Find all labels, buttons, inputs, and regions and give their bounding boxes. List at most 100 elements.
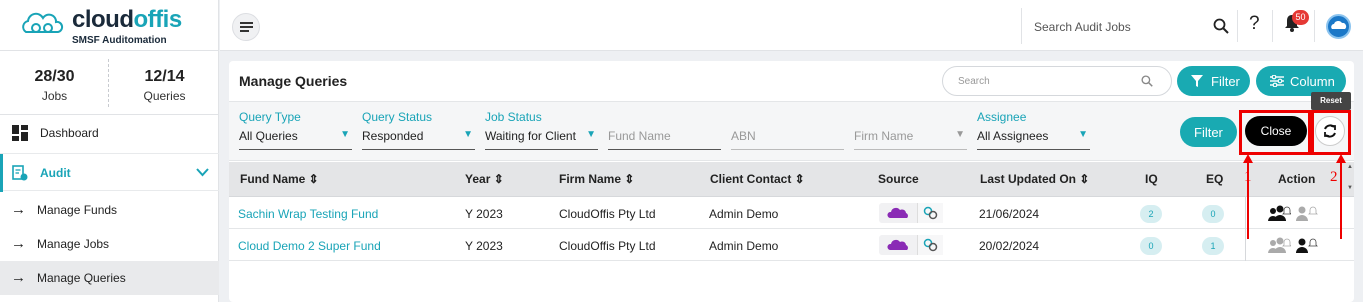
top-bar: Search Audit Jobs ? 50 xyxy=(220,0,1363,51)
sidebar-item-label: Dashboard xyxy=(40,126,99,140)
sidebar-item-manage-funds[interactable]: → Manage Funds xyxy=(0,193,219,227)
table-header: Fund Name ⇕ Year ⇕ Firm Name ⇕ Client Co… xyxy=(229,162,1354,197)
brand-name: cloudoffis xyxy=(72,6,182,33)
divider xyxy=(1314,10,1315,42)
source-cloud-icon xyxy=(879,203,917,223)
arrow-right-icon: → xyxy=(11,235,26,252)
field-value: All Assignees xyxy=(977,129,1049,143)
iq-count-badge[interactable]: 2 xyxy=(1140,205,1162,223)
arrow-right-icon: → xyxy=(11,269,26,286)
chevron-down-icon: ▼ xyxy=(586,129,596,140)
audit-jobs-search[interactable]: Search Audit Jobs xyxy=(1021,8,1237,44)
annotation-arrows xyxy=(1243,154,1346,239)
firm-name-select[interactable]: Firm Name ▼ xyxy=(854,102,967,152)
column-header-fund-name[interactable]: Fund Name ⇕ xyxy=(240,172,319,186)
search-input[interactable]: Search xyxy=(958,76,990,87)
chevron-down-icon: ▼ xyxy=(955,129,965,140)
search-icon[interactable] xyxy=(1141,75,1153,87)
stats-panel: 28/30 Jobs 12/14 Queries xyxy=(0,51,219,115)
last-updated-cell: 20/02/2024 xyxy=(979,239,1040,253)
jobs-count: 28/30 xyxy=(34,68,75,85)
menu-toggle-button[interactable] xyxy=(232,13,260,41)
sidebar-item-label: Audit xyxy=(40,166,71,180)
client-contact-cell: Admin Demo xyxy=(709,239,779,253)
field-value: Responded xyxy=(362,129,424,143)
assignee-select[interactable]: Assignee All Assignees ▼ xyxy=(977,102,1090,152)
column-header-eq[interactable]: EQ xyxy=(1206,172,1223,186)
chevron-down-icon: ▼ xyxy=(1078,129,1088,140)
page-title: Manage Queries xyxy=(239,73,348,89)
column-header-client-contact[interactable]: Client Contact ⇕ xyxy=(710,172,805,186)
audit-icon xyxy=(12,165,28,181)
annotation-number-1: 1 xyxy=(1244,169,1252,185)
source-link-icon xyxy=(917,203,943,223)
table-row: Sachin Wrap Testing Fund Y 2023 CloudOff… xyxy=(229,197,1354,229)
column-header-last-updated[interactable]: Last Updated On ⇕ xyxy=(980,172,1089,186)
highlight-box-reset xyxy=(1311,110,1351,155)
field-value: All Queries xyxy=(239,129,298,143)
eq-count-badge[interactable]: 1 xyxy=(1202,237,1224,255)
iq-count-badge[interactable]: 0 xyxy=(1140,237,1162,255)
firm-name-cell: CloudOffis Pty Ltd xyxy=(559,207,656,221)
button-label: Filter xyxy=(1194,125,1223,140)
queries-label: Queries xyxy=(143,89,186,103)
query-type-select[interactable]: Query Type All Queries ▼ xyxy=(239,102,352,152)
client-contact-cell: Admin Demo xyxy=(709,207,779,221)
arrow-right-icon: → xyxy=(11,201,26,218)
queries-stat[interactable]: 12/14 Queries xyxy=(110,51,219,115)
stats-divider xyxy=(108,59,109,107)
sidebar-item-dashboard[interactable]: Dashboard xyxy=(0,116,219,150)
fund-name-field[interactable]: Fund Name xyxy=(608,102,721,152)
search-input[interactable]: Search Audit Jobs xyxy=(1034,20,1131,34)
sidebar-item-audit[interactable]: Audit xyxy=(0,153,219,192)
highlight-box-close xyxy=(1239,110,1311,155)
divider xyxy=(1272,10,1273,42)
abn-field[interactable]: ABN xyxy=(731,102,844,152)
queries-count: 12/14 xyxy=(144,68,185,85)
help-icon[interactable]: ? xyxy=(1249,13,1260,35)
notification-badge: 50 xyxy=(1292,10,1309,25)
source-cloud-icon xyxy=(879,235,917,255)
chevron-down-icon[interactable] xyxy=(196,168,209,177)
field-placeholder: Fund Name xyxy=(608,129,671,143)
field-label: Query Status xyxy=(362,110,433,124)
column-button-label: Column xyxy=(1290,74,1335,89)
column-header-year[interactable]: Year ⇕ xyxy=(465,172,504,186)
query-search[interactable]: Search xyxy=(942,66,1172,96)
filter-toggle-button[interactable]: Filter xyxy=(1177,66,1250,96)
firm-name-cell: CloudOffis Pty Ltd xyxy=(559,239,656,253)
sidebar-item-manage-queries[interactable]: → Manage Queries xyxy=(0,261,219,295)
jobs-stat[interactable]: 28/30 Jobs xyxy=(0,51,109,115)
field-label: Query Type xyxy=(239,110,301,124)
sidebar-item-label: Manage Funds xyxy=(37,203,118,217)
fund-name-link[interactable]: Sachin Wrap Testing Fund xyxy=(238,207,378,221)
brand-tagline: SMSF Auditomation xyxy=(72,35,167,46)
last-updated-cell: 21/06/2024 xyxy=(979,207,1040,221)
avatar[interactable] xyxy=(1326,14,1351,39)
jobs-label: Jobs xyxy=(41,89,68,103)
sidebar: cloudoffis SMSF Auditomation 28/30 Jobs … xyxy=(0,0,219,302)
active-indicator xyxy=(0,154,3,192)
apply-filter-button[interactable]: Filter xyxy=(1180,117,1237,147)
user-avatar-icon xyxy=(1331,20,1347,29)
search-icon[interactable] xyxy=(1213,18,1229,34)
brand-logo[interactable]: cloudoffis SMSF Auditomation xyxy=(0,0,219,51)
column-header-source[interactable]: Source xyxy=(878,172,919,186)
dashboard-icon xyxy=(12,125,28,141)
cloud-logo-icon xyxy=(22,12,64,33)
query-status-select[interactable]: Query Status Responded ▼ xyxy=(362,102,475,152)
year-cell: Y 2023 xyxy=(465,239,503,253)
divider xyxy=(1237,10,1238,42)
year-cell: Y 2023 xyxy=(465,207,503,221)
sidebar-item-manage-jobs[interactable]: → Manage Jobs xyxy=(0,227,219,261)
table-row: Cloud Demo 2 Super Fund Y 2023 CloudOffi… xyxy=(229,229,1354,261)
field-label: Assignee xyxy=(977,110,1027,124)
field-label: Job Status xyxy=(485,110,542,124)
job-status-select[interactable]: Job Status Waiting for Client ▼ xyxy=(485,102,598,152)
manage-queries-panel: Manage Queries Search Filter Column Quer… xyxy=(229,61,1354,302)
column-header-firm-name[interactable]: Firm Name ⇕ xyxy=(559,172,634,186)
eq-count-badge[interactable]: 0 xyxy=(1202,205,1224,223)
field-value: Waiting for Client xyxy=(485,129,576,143)
fund-name-link[interactable]: Cloud Demo 2 Super Fund xyxy=(238,239,381,253)
column-header-iq[interactable]: IQ xyxy=(1145,172,1158,186)
